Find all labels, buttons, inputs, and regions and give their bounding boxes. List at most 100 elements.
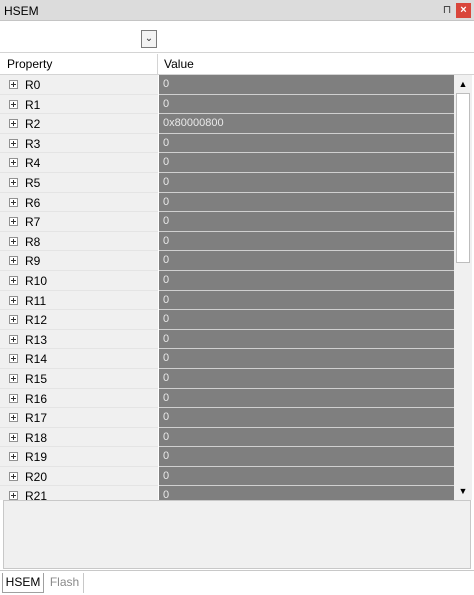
table-row[interactable]: R7 0 [0,212,454,232]
table-row[interactable]: R17 0 [0,408,454,428]
property-cell[interactable]: R21 [0,486,158,500]
plus-box-icon[interactable] [9,99,18,109]
peripheral-selector[interactable]: ⌄ [4,30,157,48]
property-cell[interactable]: R2 [0,114,158,134]
table-row[interactable]: R6 0 [0,192,454,213]
value-cell[interactable]: 0 [159,447,454,467]
plus-box-icon[interactable] [9,334,18,344]
table-row[interactable]: R21 0 [0,486,454,500]
plus-box-icon[interactable] [9,295,18,305]
property-cell[interactable]: R8 [0,231,158,252]
value-cell[interactable]: 0x80000800 [159,114,454,134]
property-cell[interactable]: R14 [0,349,158,369]
property-cell[interactable]: R6 [0,192,158,213]
plus-box-icon[interactable] [9,80,18,89]
value-cell[interactable]: 0 [159,427,454,448]
plus-box-icon[interactable] [9,197,18,207]
table-row[interactable]: R3 0 [0,133,454,154]
value-cell[interactable]: 0 [159,349,454,369]
value-cell[interactable]: 0 [159,270,454,291]
property-cell[interactable]: R11 [0,290,158,311]
value-cell[interactable]: 0 [159,408,454,428]
plus-box-icon[interactable] [9,236,18,246]
table-row[interactable]: R20 0 [0,466,454,487]
table-row[interactable]: R19 0 [0,447,454,467]
plus-box-icon[interactable] [9,373,18,383]
value-cell[interactable]: 0 [159,75,454,95]
property-cell[interactable]: R4 [0,153,158,173]
property-cell[interactable]: R7 [0,212,158,232]
table-row[interactable]: R8 0 [0,231,454,252]
table-row[interactable]: R14 0 [0,349,454,369]
property-cell[interactable]: R13 [0,329,158,350]
close-icon[interactable]: × [456,3,471,18]
value-cell[interactable]: 0 [159,310,454,330]
plus-box-icon[interactable] [9,413,18,423]
plus-box-icon[interactable] [9,275,18,285]
scroll-down-icon[interactable]: ▼ [455,483,471,499]
plus-box-icon[interactable] [9,119,18,129]
plus-box-icon[interactable] [9,177,18,187]
plus-box-icon[interactable] [9,256,18,266]
value-cell[interactable]: 0 [159,368,454,389]
table-row[interactable]: R12 0 [0,310,454,330]
table-row[interactable]: R11 0 [0,290,454,311]
value-cell[interactable]: 0 [159,94,454,115]
table-row[interactable]: R10 0 [0,270,454,291]
value-cell[interactable]: 0 [159,153,454,173]
value-cell[interactable]: 0 [159,133,454,154]
table-row[interactable]: R9 0 [0,251,454,271]
property-cell[interactable]: R19 [0,447,158,467]
property-cell[interactable]: R20 [0,466,158,487]
value-cell[interactable]: 0 [159,466,454,487]
property-cell[interactable]: R3 [0,133,158,154]
value-cell[interactable]: 0 [159,290,454,311]
vertical-scrollbar[interactable]: ▲ ▼ [454,75,472,500]
table-row[interactable]: R2 0x80000800 [0,114,454,134]
plus-box-icon[interactable] [9,393,18,403]
property-cell[interactable]: R15 [0,368,158,389]
column-header-value[interactable]: Value [164,57,194,71]
value-cell[interactable]: 0 [159,329,454,350]
value-cell[interactable]: 0 [159,212,454,232]
table-row[interactable]: R5 0 [0,172,454,193]
property-cell[interactable]: R0 [0,75,158,95]
tab-hsem[interactable]: HSEM [2,573,44,593]
scroll-up-icon[interactable]: ▲ [455,76,471,92]
table-row[interactable]: R13 0 [0,329,454,350]
plus-box-icon[interactable] [9,471,18,481]
plus-box-icon[interactable] [9,158,18,168]
plus-box-icon[interactable] [9,354,18,364]
property-cell[interactable]: R1 [0,94,158,115]
table-row[interactable]: R18 0 [0,427,454,448]
value-cell[interactable]: 0 [159,172,454,193]
value-cell[interactable]: 0 [159,231,454,252]
property-cell[interactable]: R5 [0,172,158,193]
property-cell[interactable]: R16 [0,388,158,409]
property-cell[interactable]: R12 [0,310,158,330]
property-cell[interactable]: R10 [0,270,158,291]
value-cell[interactable]: 0 [159,192,454,213]
property-cell[interactable]: R9 [0,251,158,271]
pin-icon[interactable]: ⊓ [440,3,454,17]
table-row[interactable]: R15 0 [0,368,454,389]
property-cell[interactable]: R17 [0,408,158,428]
tab-flash[interactable]: Flash [46,573,84,593]
chevron-down-icon[interactable]: ⌄ [141,30,157,48]
value-cell[interactable]: 0 [159,251,454,271]
value-cell[interactable]: 0 [159,388,454,409]
plus-box-icon[interactable] [9,138,18,148]
table-row[interactable]: R1 0 [0,94,454,115]
plus-box-icon[interactable] [9,217,18,227]
value-cell[interactable]: 0 [159,486,454,500]
plus-box-icon[interactable] [9,315,18,325]
table-row[interactable]: R4 0 [0,153,454,173]
plus-box-icon[interactable] [9,452,18,462]
plus-box-icon[interactable] [9,491,18,500]
scrollbar-thumb[interactable] [456,93,470,263]
column-divider[interactable] [157,54,158,75]
table-row[interactable]: R0 0 [0,75,454,95]
table-row[interactable]: R16 0 [0,388,454,409]
property-cell[interactable]: R18 [0,427,158,448]
column-header-property[interactable]: Property [7,57,52,71]
